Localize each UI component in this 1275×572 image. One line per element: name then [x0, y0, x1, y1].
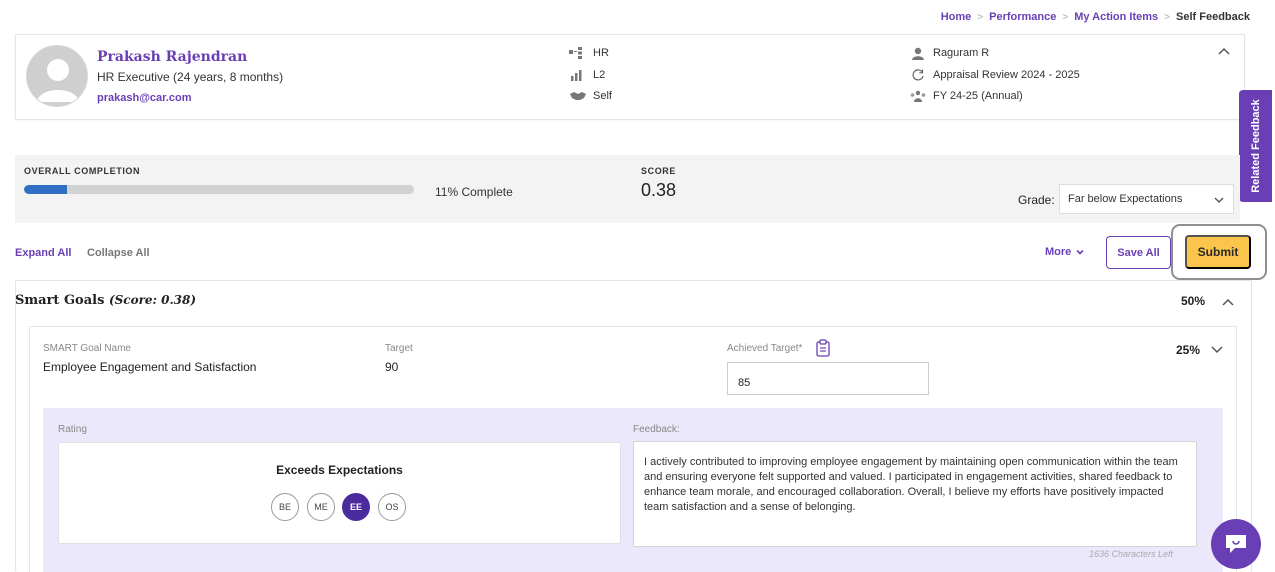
achieved-target-label: Achieved Target*	[727, 343, 803, 354]
refresh-icon	[909, 69, 927, 81]
goal-weight: 25%	[1176, 343, 1201, 357]
score-label: SCORE	[641, 166, 677, 176]
rating-option-ee[interactable]: EE	[342, 493, 370, 521]
smart-goals-score: (Score: 0.38)	[108, 293, 197, 307]
avatar	[26, 45, 88, 107]
related-feedback-label: Related Feedback	[1249, 99, 1262, 193]
rating-option-me[interactable]: ME	[307, 493, 335, 521]
chat-button[interactable]	[1211, 519, 1261, 569]
breadcrumb-current: Self Feedback	[1176, 11, 1250, 23]
review-type-label: Self	[593, 90, 612, 102]
manager-info: Raguram R	[909, 47, 990, 60]
department-label: HR	[593, 47, 609, 59]
breadcrumb: Home > Performance > My Action Items > S…	[941, 11, 1250, 23]
target-label: Target	[385, 343, 413, 354]
department-info: HR	[569, 47, 609, 59]
target-value: 90	[385, 360, 399, 374]
completion-band: OVERALL COMPLETION 11% Complete SCORE 0.…	[15, 155, 1240, 223]
completion-progress-fill	[24, 185, 67, 194]
goal-name: Employee Engagement and Satisfaction	[43, 360, 257, 374]
period-label: FY 24-25 (Annual)	[933, 90, 1023, 102]
manager-label: Raguram R	[933, 47, 990, 59]
collapse-section-chevron-icon[interactable]	[1220, 294, 1236, 310]
employee-email[interactable]: prakash@car.com	[97, 92, 192, 104]
save-all-button[interactable]: Save All	[1106, 236, 1171, 269]
level-label: L2	[593, 69, 606, 81]
expand-goal-chevron-icon[interactable]	[1209, 342, 1225, 358]
level-info: L2	[569, 69, 605, 81]
more-menu[interactable]: More	[1045, 246, 1085, 258]
submit-button[interactable]: Submit	[1185, 235, 1251, 269]
collapse-header-chevron-icon[interactable]	[1216, 43, 1232, 59]
chevron-down-icon	[1214, 197, 1224, 203]
goal-name-label: SMART Goal Name	[43, 343, 131, 354]
more-label: More	[1045, 246, 1072, 258]
completion-percent-text: 11% Complete	[435, 185, 513, 199]
chevron-down-icon	[1076, 249, 1084, 255]
feedback-label: Feedback:	[633, 424, 680, 435]
cycle-label: Appraisal Review 2024 - 2025	[933, 69, 1080, 81]
rating-name: Exceeds Expectations	[276, 463, 403, 477]
clipboard-icon[interactable]	[815, 339, 831, 357]
expand-all-link[interactable]: Expand All	[15, 247, 71, 259]
feedback-textarea[interactable]: I actively contributed to improving empl…	[633, 441, 1197, 547]
review-type-info: Self	[569, 90, 612, 102]
user-avatar-icon	[27, 46, 87, 106]
completion-label: OVERALL COMPLETION	[24, 166, 141, 176]
related-feedback-tab[interactable]: Related Feedback	[1239, 90, 1272, 202]
breadcrumb-performance[interactable]: Performance	[989, 11, 1056, 23]
characters-left: 1636 Characters Left	[1089, 549, 1174, 559]
department-icon	[569, 47, 587, 59]
person-icon	[909, 47, 927, 60]
team-icon	[909, 90, 927, 102]
smart-goals-weight: 50%	[1181, 294, 1206, 308]
employee-role: HR Executive (24 years, 8 months)	[97, 70, 284, 84]
smart-goals-title-text: Smart Goals	[15, 293, 105, 308]
signal-bars-icon	[569, 69, 587, 81]
grade-select[interactable]: Far below Expectations	[1059, 184, 1234, 214]
score-value: 0.38	[641, 180, 677, 200]
employee-header-card: Prakash Rajendran HR Executive (24 years…	[15, 34, 1245, 120]
achieved-target-input[interactable]: 85	[727, 362, 929, 395]
breadcrumb-separator-icon: >	[1164, 11, 1171, 23]
grade-label: Grade:	[1018, 193, 1055, 207]
collapse-all-link[interactable]: Collapse All	[87, 247, 150, 259]
breadcrumb-separator-icon: >	[977, 11, 984, 23]
handshake-icon	[569, 90, 587, 102]
smart-goals-title: Smart Goals (Score: 0.38)	[15, 293, 196, 308]
completion-progress-bar	[24, 185, 414, 194]
breadcrumb-action-items[interactable]: My Action Items	[1074, 11, 1158, 23]
breadcrumb-home[interactable]: Home	[941, 11, 972, 23]
breadcrumb-separator-icon: >	[1062, 11, 1069, 23]
chat-icon	[1226, 535, 1246, 553]
rating-label: Rating	[58, 424, 87, 435]
period-info: FY 24-25 (Annual)	[909, 90, 1023, 102]
cycle-info: Appraisal Review 2024 - 2025	[909, 69, 1080, 81]
rating-box	[58, 442, 621, 544]
employee-name: Prakash Rajendran	[97, 49, 248, 65]
rating-option-os[interactable]: OS	[378, 493, 406, 521]
rating-option-be[interactable]: BE	[271, 493, 299, 521]
grade-selected-value: Far below Expectations	[1068, 193, 1183, 205]
